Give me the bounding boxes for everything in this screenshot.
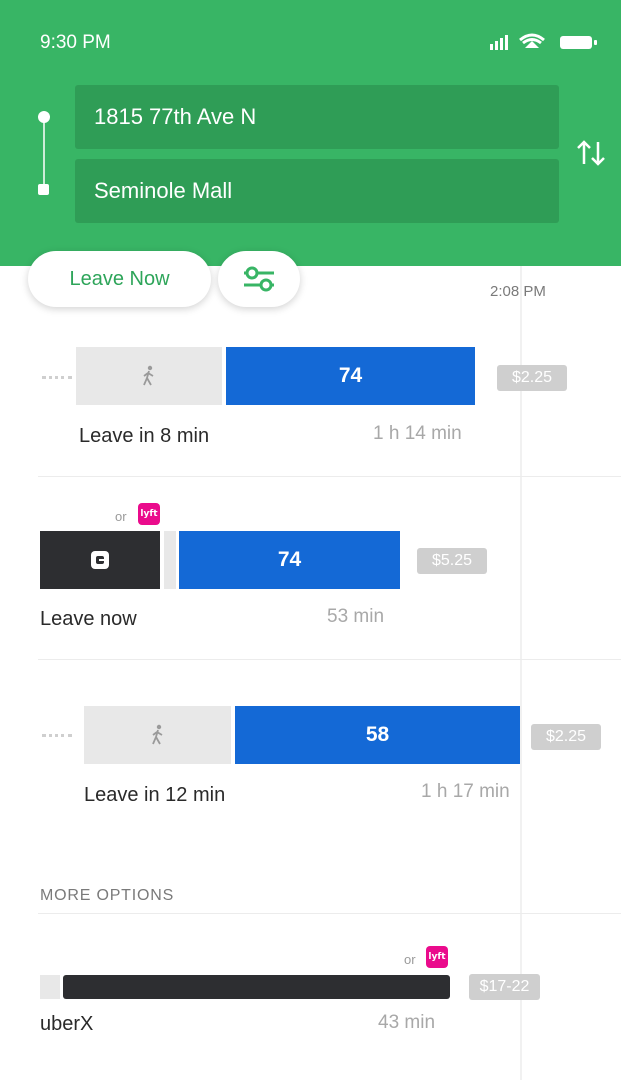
lyft-logo-icon: lyft (426, 946, 448, 968)
divider (38, 476, 621, 477)
destination-square-icon (38, 184, 49, 195)
signal-wifi-battery-icon (490, 33, 597, 50)
or-label: or (115, 509, 127, 524)
lyft-logo-icon: lyft (138, 503, 160, 525)
service-name: uberX (40, 1013, 94, 1035)
walking-person-icon (143, 365, 154, 386)
fare-badge: $2.25 (531, 724, 601, 750)
leave-time: Leave now (40, 608, 137, 630)
divider (38, 913, 621, 914)
fare-badge: $17-22 (469, 974, 540, 1000)
trip-duration: 1 h 14 min (373, 423, 462, 444)
status-icons (488, 30, 600, 52)
trip-duration: 43 min (378, 1012, 436, 1033)
or-label: or (404, 952, 416, 967)
transfer-segment (164, 531, 176, 589)
trip-duration: 1 h 17 min (421, 781, 510, 802)
status-time: 9:30 PM (40, 32, 111, 53)
fare-badge: $5.25 (417, 548, 487, 574)
walk-dots (42, 376, 72, 382)
rideshare-segment (63, 975, 450, 999)
bus-segment: 58 (235, 706, 520, 764)
arrival-time-label: 2:08 PM (490, 283, 546, 300)
sliders-icon (244, 266, 274, 292)
swap-button[interactable] (572, 136, 612, 170)
fare-badge: $2.25 (497, 365, 567, 391)
leave-time: Leave in 12 min (84, 784, 226, 806)
leave-time: Leave in 8 min (79, 425, 210, 447)
origin-field[interactable]: 1815 77th Ave N (75, 85, 559, 149)
destination-field[interactable]: Seminole Mall (75, 159, 559, 223)
walk-segment (76, 347, 222, 405)
bus-segment: 74 (226, 347, 475, 405)
more-options-heading: MORE OPTIONS (40, 887, 175, 904)
transfer-segment (40, 975, 60, 999)
rideshare-segment (40, 531, 160, 589)
trip-header: 9:30 PM 1815 77th Ave N Seminole Mall (0, 0, 621, 266)
walking-person-icon (151, 724, 162, 745)
divider (38, 659, 621, 660)
uber-logo-icon (91, 551, 109, 569)
leave-now-button[interactable]: Leave Now (28, 251, 211, 307)
route-connector (43, 122, 45, 184)
walk-segment (84, 706, 231, 764)
trip-duration: 53 min (327, 606, 385, 627)
bus-segment: 74 (179, 531, 400, 589)
walk-dots (42, 734, 72, 740)
filter-button[interactable] (218, 251, 300, 307)
swap-arrows-icon (577, 140, 605, 166)
